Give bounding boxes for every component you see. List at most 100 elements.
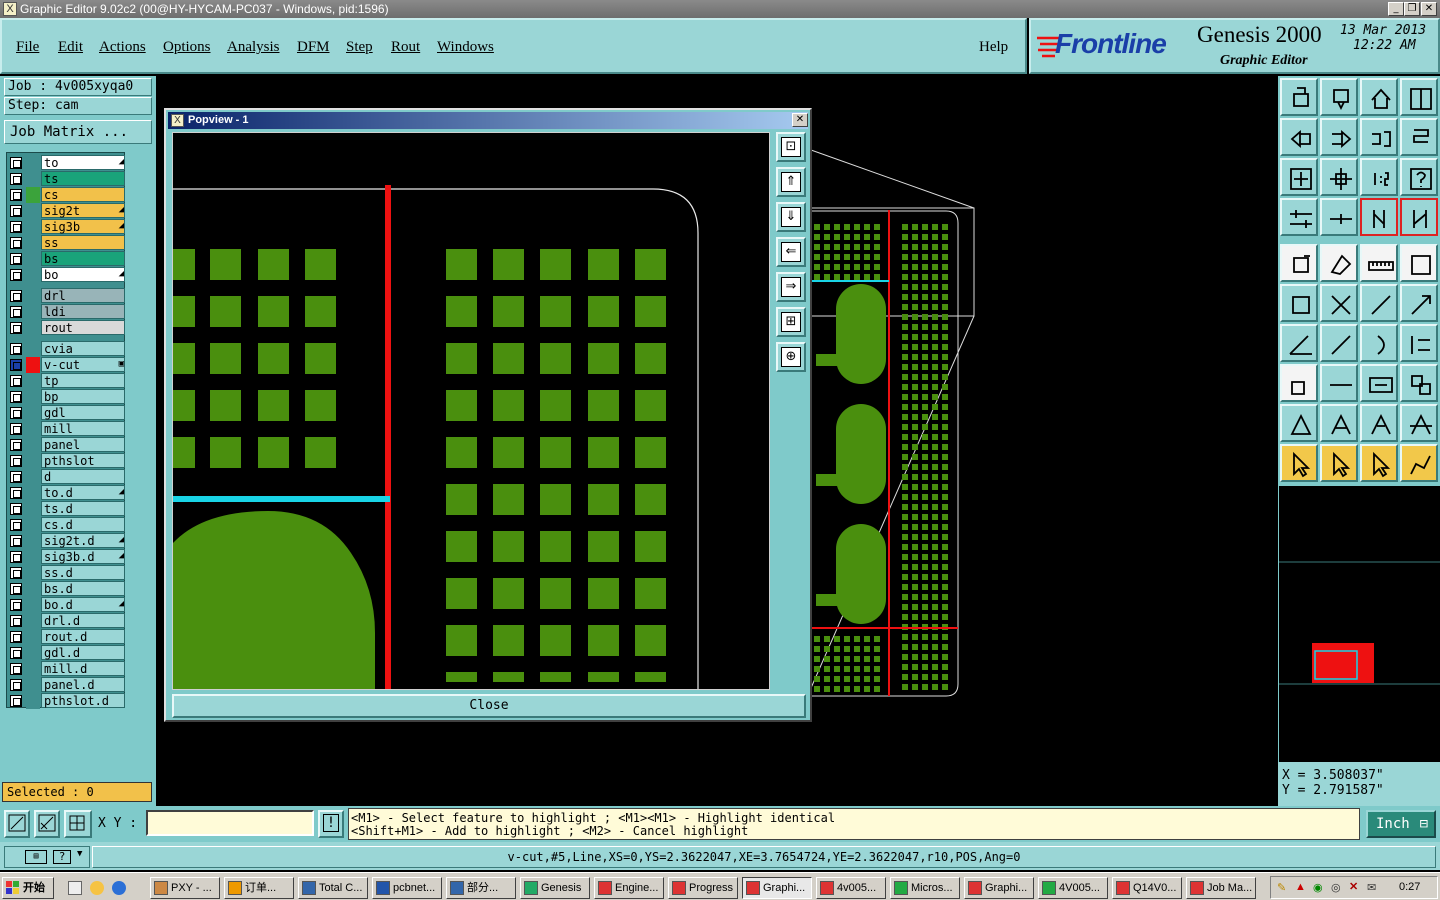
measure-mode-icon[interactable] — [34, 810, 60, 838]
layer-name[interactable]: sig2t — [41, 203, 125, 218]
layer-checkbox[interactable] — [10, 322, 22, 334]
layer-checkbox[interactable] — [10, 306, 22, 318]
add-pad-icon[interactable] — [1280, 244, 1318, 282]
layer-affected-toggle[interactable] — [26, 267, 40, 283]
layer-affected-toggle[interactable] — [26, 304, 40, 320]
layer-row-bs.d[interactable]: bs.d — [7, 581, 126, 597]
layer-row-sig3b[interactable]: sig3b ◢ — [7, 219, 126, 235]
layer-name[interactable]: panel.d — [41, 677, 125, 692]
layer-checkbox[interactable] — [10, 663, 22, 675]
layer-name[interactable]: bs.d — [41, 581, 125, 596]
layer-name[interactable]: gdl — [41, 405, 125, 420]
poly-cut-icon[interactable] — [1400, 404, 1438, 442]
layer-filter-icon[interactable] — [1400, 198, 1438, 236]
pan-up-icon[interactable]: ⇑ — [776, 167, 806, 197]
layer-affected-toggle[interactable] — [26, 597, 40, 613]
layer-checkbox[interactable] — [10, 471, 22, 483]
layer-row-gdl.d[interactable]: gdl.d — [7, 645, 126, 661]
tray-pencil-icon[interactable]: ✎ — [1277, 881, 1286, 894]
layer-row-tp[interactable]: tp — [7, 373, 126, 389]
layer-checkbox[interactable] — [10, 375, 22, 387]
layer-name[interactable]: ss.d — [41, 565, 125, 580]
taskbar-task[interactable]: Progress — [668, 877, 738, 899]
taskbar-task[interactable]: 4V005... — [1038, 877, 1108, 899]
layer-checkbox[interactable] — [10, 173, 22, 185]
line-angle-icon[interactable] — [1280, 324, 1318, 362]
layer-row-mill.d[interactable]: mill.d — [7, 661, 126, 677]
layer-affected-toggle[interactable] — [26, 645, 40, 661]
layer-affected-toggle[interactable] — [26, 219, 40, 235]
layer-checkbox[interactable] — [10, 423, 22, 435]
layer-affected-toggle[interactable] — [26, 437, 40, 453]
menu-dfm[interactable]: DFM — [297, 39, 330, 56]
layer-checkbox[interactable] — [10, 519, 22, 531]
layer-name[interactable]: gdl.d — [41, 645, 125, 660]
close-window-button[interactable]: ✕ — [1421, 2, 1437, 16]
layer-affected-toggle[interactable] — [26, 235, 40, 251]
taskbar-task[interactable]: Q14V0... — [1112, 877, 1182, 899]
layer-row-to.d[interactable]: to.d ◢ — [7, 485, 126, 501]
layer-affected-toggle[interactable] — [26, 320, 40, 336]
align-icon[interactable] — [1400, 324, 1438, 362]
layer-checkbox[interactable] — [10, 615, 22, 627]
layer-checkbox[interactable] — [10, 269, 22, 281]
menu-analysis[interactable]: Analysis — [227, 39, 280, 56]
window-split-icon[interactable] — [1400, 78, 1438, 116]
chevron-down-icon[interactable]: ▼ — [77, 849, 82, 859]
measure-icon[interactable] — [1360, 364, 1398, 402]
taskbar-task[interactable]: pcbnet... — [372, 877, 442, 899]
query-icon[interactable] — [1400, 158, 1438, 196]
layer-row-drl[interactable]: drl — [7, 288, 126, 304]
layer-name[interactable]: to.d — [41, 485, 125, 500]
layer-name[interactable]: rout — [41, 320, 125, 335]
layer-checkbox[interactable] — [10, 407, 22, 419]
layer-name[interactable]: bp — [41, 389, 125, 404]
layer-checkbox[interactable] — [10, 679, 22, 691]
layer-affected-toggle[interactable] — [26, 155, 40, 171]
zoom-out-icon[interactable]: ⊕ — [776, 342, 806, 372]
layer-name[interactable]: ts — [41, 171, 125, 186]
scale-icon[interactable] — [1360, 158, 1398, 196]
layer-affected-toggle[interactable] — [26, 171, 40, 187]
taskbar-task[interactable]: Total C... — [298, 877, 368, 899]
layer-affected-toggle[interactable] — [26, 187, 40, 203]
folder-icon[interactable] — [90, 881, 104, 895]
layer-row-sig2t[interactable]: sig2t ◢ — [7, 203, 126, 219]
layer-row-drl.d[interactable]: drl.d — [7, 613, 126, 629]
layer-affected-toggle[interactable] — [26, 613, 40, 629]
taskbar-task[interactable]: 4v005... — [816, 877, 886, 899]
layer-checkbox[interactable] — [10, 205, 22, 217]
menu-windows[interactable]: Windows — [437, 39, 494, 56]
layer-row-ss[interactable]: ss — [7, 235, 126, 251]
layer-affected-toggle[interactable] — [26, 629, 40, 645]
layer-checkbox[interactable] — [10, 695, 22, 707]
layer-checkbox[interactable] — [10, 237, 22, 249]
taskbar-task[interactable]: Graphi... — [964, 877, 1034, 899]
zoom-fit-icon[interactable] — [1280, 158, 1318, 196]
layer-checkbox[interactable] — [10, 290, 22, 302]
layer-row-sig3b.d[interactable]: sig3b.d ◢ — [7, 549, 126, 565]
help-icon[interactable]: ? — [53, 850, 71, 864]
layer-row-bs[interactable]: bs — [7, 251, 126, 267]
layer-checkbox[interactable] — [10, 503, 22, 515]
job-matrix-button[interactable]: Job Matrix ... — [4, 120, 152, 144]
pan-right-icon[interactable]: ⇒ — [776, 272, 806, 302]
layer-checkbox[interactable] — [10, 535, 22, 547]
outline-icon[interactable] — [1400, 244, 1438, 282]
cross-icon[interactable] — [1320, 284, 1358, 322]
menu-edit[interactable]: Edit — [58, 39, 83, 56]
layer-checkbox[interactable] — [10, 359, 22, 371]
layer-affected-toggle[interactable] — [26, 581, 40, 597]
layer-name[interactable]: bo.d — [41, 597, 125, 612]
layer-name[interactable]: cvia — [41, 341, 125, 356]
layer-row-rout.d[interactable]: rout.d — [7, 629, 126, 645]
layer-name[interactable]: drl.d — [41, 613, 125, 628]
taskbar-task[interactable]: Graphi... — [742, 877, 812, 899]
layer-row-bo.d[interactable]: bo.d ◢ — [7, 597, 126, 613]
poly-outline-icon[interactable] — [1320, 404, 1358, 442]
layer-row-cs.d[interactable]: cs.d — [7, 517, 126, 533]
layer-name[interactable]: panel — [41, 437, 125, 452]
layer-row-panel[interactable]: panel — [7, 437, 126, 453]
zoom-home-icon[interactable] — [1320, 158, 1358, 196]
layer-row-sig2t.d[interactable]: sig2t.d ◢ — [7, 533, 126, 549]
